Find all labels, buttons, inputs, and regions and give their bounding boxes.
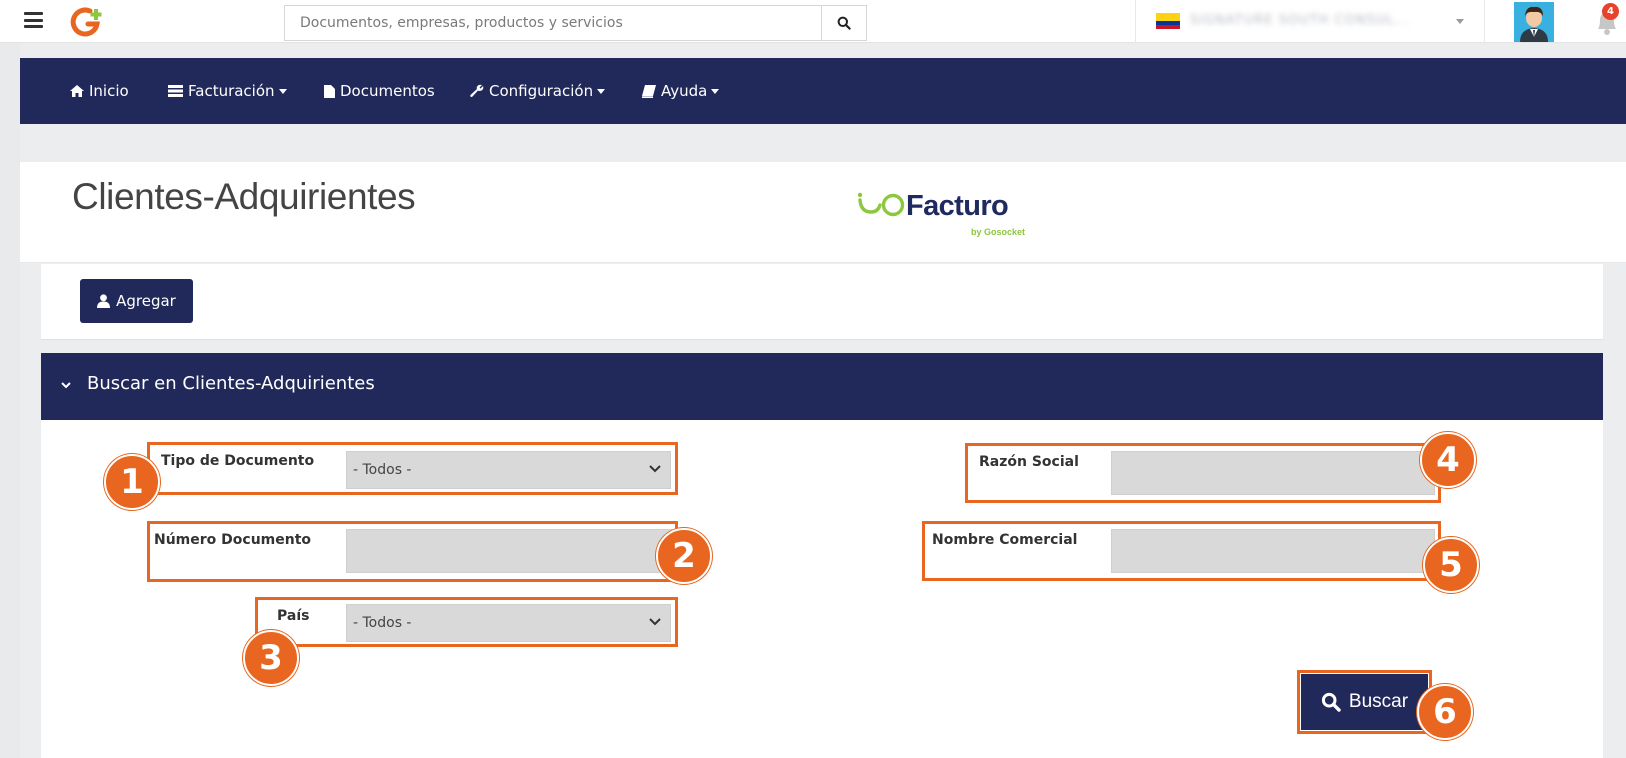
callout-3: 3 bbox=[243, 630, 299, 686]
pais-value: - Todos - bbox=[353, 615, 412, 631]
numero-documento-label: Número Documento bbox=[154, 532, 312, 548]
pais-select[interactable]: - Todos - bbox=[346, 604, 671, 642]
search-button[interactable]: Buscar bbox=[1301, 674, 1428, 730]
nombre-comercial-label: Nombre Comercial bbox=[932, 532, 1078, 548]
user-avatar-icon[interactable] bbox=[1512, 1, 1556, 43]
colombia-flag-icon bbox=[1156, 13, 1180, 29]
left-strip bbox=[0, 43, 20, 758]
hamburger-menu-icon[interactable] bbox=[24, 12, 43, 28]
facturo-logo-icon bbox=[858, 192, 905, 217]
search-panel-title: Buscar en Clientes-Adquirientes bbox=[87, 373, 375, 394]
caret-down-icon bbox=[597, 88, 606, 94]
nav-inicio[interactable]: Inicio bbox=[70, 58, 129, 124]
nombre-comercial-input[interactable] bbox=[1111, 529, 1435, 573]
wrench-icon bbox=[470, 84, 484, 97]
global-search-button[interactable] bbox=[821, 6, 866, 40]
notifications-badge: 4 bbox=[1602, 3, 1619, 20]
page-title: Clientes-Adquirientes bbox=[72, 176, 416, 217]
nav-configuracion[interactable]: Configuración bbox=[470, 58, 606, 124]
caret-down-icon bbox=[278, 88, 287, 94]
nav-facturacion[interactable]: Facturación bbox=[168, 58, 287, 124]
search-icon bbox=[1321, 692, 1341, 712]
tipo-documento-select[interactable]: - Todos - bbox=[346, 451, 671, 489]
global-search bbox=[284, 5, 867, 41]
main-navbar: Inicio Facturación Documentos Configurac… bbox=[20, 58, 1626, 124]
numero-documento-input[interactable] bbox=[346, 529, 672, 573]
actions-panel: Agregar bbox=[41, 264, 1603, 340]
brand-word: Facturo bbox=[906, 190, 1009, 222]
nav-ayuda[interactable]: Ayuda bbox=[642, 58, 720, 124]
chevron-down-icon bbox=[61, 382, 71, 389]
nav-configuracion-label: Configuración bbox=[489, 82, 594, 100]
nav-facturacion-label: Facturación bbox=[188, 82, 275, 100]
app-logo-icon[interactable] bbox=[70, 7, 104, 37]
file-icon bbox=[324, 84, 335, 98]
callout-1: 1 bbox=[104, 454, 160, 510]
tipo-documento-label: Tipo de Documento bbox=[161, 453, 315, 469]
razon-social-input[interactable] bbox=[1111, 451, 1435, 495]
book-icon bbox=[642, 84, 656, 98]
global-search-input[interactable] bbox=[285, 6, 823, 40]
page-header: Clientes-Adquirientes Facturo by Gosocke… bbox=[20, 162, 1626, 263]
callout-6: 6 bbox=[1417, 684, 1473, 740]
list-icon bbox=[168, 85, 183, 97]
company-selector[interactable]: SIGNATURE SOUTH CONSUL... bbox=[1135, 0, 1485, 43]
search-icon bbox=[837, 16, 851, 30]
nav-documentos[interactable]: Documentos bbox=[324, 58, 435, 124]
top-bar: SIGNATURE SOUTH CONSUL... 4 bbox=[0, 0, 1626, 43]
add-client-label: Agregar bbox=[116, 292, 176, 310]
chevron-down-icon bbox=[1456, 19, 1464, 24]
search-button-label: Buscar bbox=[1348, 691, 1409, 712]
callout-4: 4 bbox=[1420, 432, 1476, 488]
add-client-button[interactable]: Agregar bbox=[80, 279, 193, 323]
callout-2: 2 bbox=[656, 528, 712, 584]
chevron-down-icon bbox=[649, 618, 661, 626]
nav-ayuda-label: Ayuda bbox=[661, 82, 708, 100]
company-name: SIGNATURE SOUTH CONSUL... bbox=[1190, 13, 1410, 28]
callout-5: 5 bbox=[1423, 537, 1479, 593]
nav-documentos-label: Documentos bbox=[340, 82, 435, 100]
tipo-documento-value: - Todos - bbox=[353, 462, 412, 478]
home-icon bbox=[70, 85, 84, 97]
chevron-down-icon bbox=[649, 465, 661, 473]
nav-inicio-label: Inicio bbox=[89, 82, 129, 100]
user-icon bbox=[97, 294, 111, 308]
brand-by: by Gosocket bbox=[971, 227, 1026, 237]
pais-label: País bbox=[277, 608, 310, 624]
caret-down-icon bbox=[711, 88, 720, 94]
razon-social-label: Razón Social bbox=[979, 454, 1079, 470]
search-panel-header[interactable]: Buscar en Clientes-Adquirientes bbox=[41, 353, 1603, 420]
